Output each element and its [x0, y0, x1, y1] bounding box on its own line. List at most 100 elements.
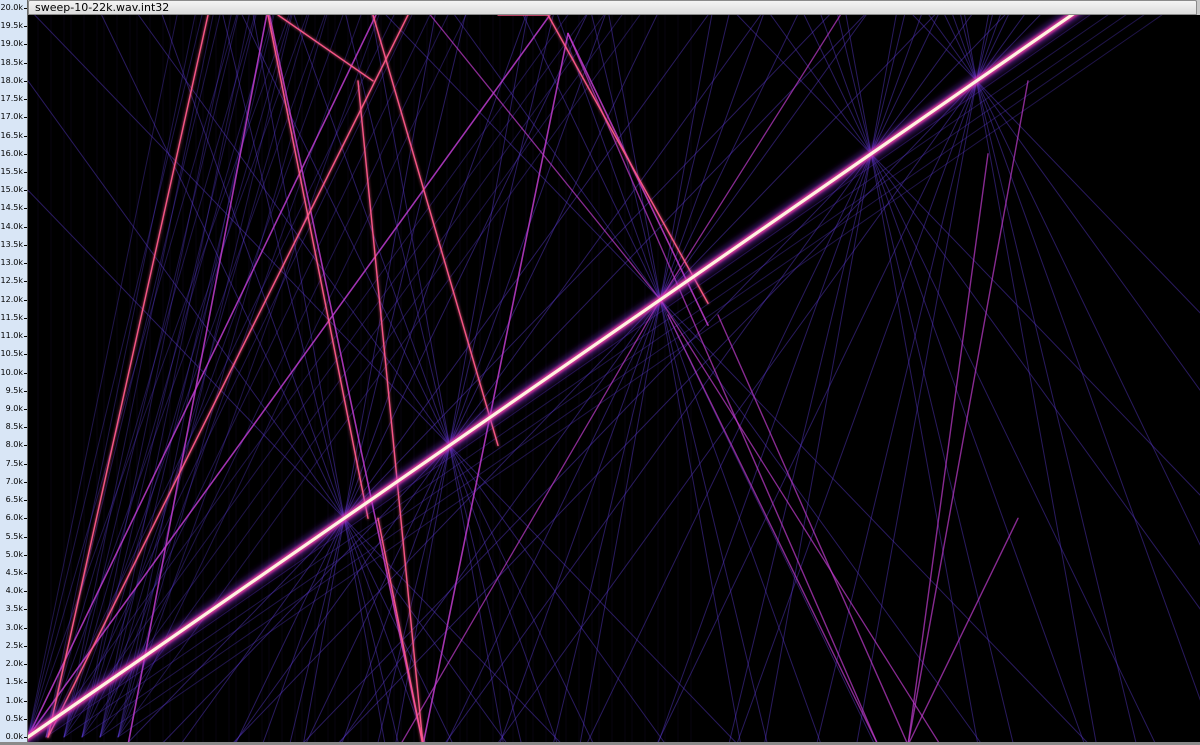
ruler-label: 2.0k — [5, 659, 23, 669]
ruler-tick — [24, 80, 27, 82]
ruler-label: 0.5k — [5, 713, 23, 723]
ruler-tick — [24, 62, 27, 64]
ruler-tick — [24, 572, 27, 574]
ruler-label: 8.5k — [5, 422, 23, 432]
ruler-tick — [24, 336, 27, 338]
frequency-ruler[interactable]: 20.0k 19.5k 19.0k 18.5k 18.0k 17.5k 17.0k 16.5k… — [0, 0, 28, 745]
harmonic-line — [567, 32, 879, 745]
fan-line — [449, 15, 762, 446]
harmonic-line — [659, 298, 942, 745]
ruler-tick — [24, 518, 27, 520]
harmonic-rising — [45, 15, 569, 738]
ruler-label: 3.0k — [5, 622, 23, 632]
ruler-label: 15.5k — [0, 167, 23, 177]
ruler-label: 15.0k — [0, 185, 23, 195]
fan-line — [101, 15, 345, 519]
ruler-label: 0.0k — [5, 732, 23, 741]
fan-line — [343, 517, 386, 745]
ruler-tick — [24, 700, 27, 702]
ruler-label: 17.5k — [0, 94, 23, 104]
ruler-tick — [24, 645, 27, 647]
ruler-tick — [24, 8, 27, 9]
harmonic-line — [907, 153, 989, 745]
track-title: sweep-10-22k.wav.int32 — [35, 1, 170, 14]
spectrogram-window: 20.0k 19.5k 19.0k 18.5k 18.0k 17.5k 17.0k 16.5k… — [0, 0, 1200, 745]
harmonic-line — [268, 15, 424, 745]
fan-line — [837, 15, 872, 155]
fan-line — [449, 15, 528, 446]
ruler-label: 4.5k — [5, 567, 23, 577]
harmonic-rising — [81, 15, 257, 738]
ruler-label: 1.5k — [5, 677, 23, 687]
ruler-tick — [24, 591, 27, 593]
fan-line — [944, 15, 978, 82]
fan-line — [343, 517, 564, 745]
ruler-tick — [24, 172, 27, 174]
ruler-label: 14.0k — [0, 221, 23, 231]
ruler-tick — [24, 99, 27, 101]
ruler-tick — [24, 481, 27, 483]
ruler-label: 13.0k — [0, 258, 23, 268]
harmonic-line — [667, 314, 879, 745]
fan-line — [659, 15, 713, 301]
ruler-tick — [24, 609, 27, 611]
ruler-tick — [24, 500, 27, 502]
ruler-label: 7.0k — [5, 476, 23, 486]
ruler-label: 5.0k — [5, 549, 23, 559]
ruler-tick — [24, 117, 27, 119]
ruler-tick — [24, 445, 27, 447]
fan-line — [763, 153, 872, 745]
track-title-bar[interactable]: sweep-10-22k.wav.int32 — [28, 0, 1197, 15]
fan-line — [856, 80, 978, 745]
ruler-tick — [24, 463, 27, 465]
fan-line — [343, 517, 400, 745]
harmonic-rising — [99, 15, 310, 738]
ruler-label: 5.5k — [5, 531, 23, 541]
fan-line — [302, 517, 345, 745]
fan-line — [252, 15, 345, 519]
ruler-tick — [24, 682, 27, 684]
harmonic-line — [907, 80, 1029, 745]
ruler-label: 18.5k — [0, 57, 23, 67]
ruler-tick — [24, 190, 27, 192]
ruler-label: 14.5k — [0, 203, 23, 213]
fan-line — [335, 80, 978, 745]
ruler-label: 9.5k — [5, 385, 23, 395]
ruler-label: 6.5k — [5, 495, 23, 505]
fan-line — [659, 299, 769, 745]
ruler-tick — [24, 281, 27, 283]
fan-line — [659, 299, 742, 745]
ruler-label: 4.0k — [5, 586, 23, 596]
ruler-label: 16.5k — [0, 130, 23, 140]
ruler-tick — [24, 226, 27, 228]
ruler-label: 11.5k — [0, 312, 23, 322]
ruler-label: 19.5k — [0, 21, 23, 31]
ruler-tick — [24, 208, 27, 210]
fan-line — [870, 153, 1086, 745]
ruler-tick — [24, 427, 27, 429]
ruler-label: 12.0k — [0, 294, 23, 304]
ruler-label: 9.0k — [5, 403, 23, 413]
ruler-tick — [24, 664, 27, 666]
fan-line — [870, 15, 972, 155]
harmonic-rising — [28, 15, 290, 738]
fan-line — [585, 153, 872, 745]
fan-line — [659, 299, 983, 745]
ruler-label: 18.0k — [0, 75, 23, 85]
ruler-label: 8.0k — [5, 440, 23, 450]
ruler-label: 17.0k — [0, 112, 23, 122]
fan-line — [449, 444, 595, 745]
ruler-tick — [24, 354, 27, 356]
spectrogram-view[interactable] — [28, 15, 1200, 745]
fan-line — [160, 444, 451, 745]
ruler-label: 1.0k — [5, 695, 23, 705]
ruler-label: 19.0k — [0, 39, 23, 49]
harmonic-hot-line — [47, 15, 409, 738]
ruler-tick — [24, 554, 27, 556]
harmonic-line — [907, 517, 1019, 745]
fan-line — [820, 15, 872, 155]
fan-line — [928, 15, 978, 82]
ruler-tick — [24, 153, 27, 155]
ruler-label: 20.0k — [0, 3, 23, 12]
ruler-tick — [24, 372, 27, 374]
